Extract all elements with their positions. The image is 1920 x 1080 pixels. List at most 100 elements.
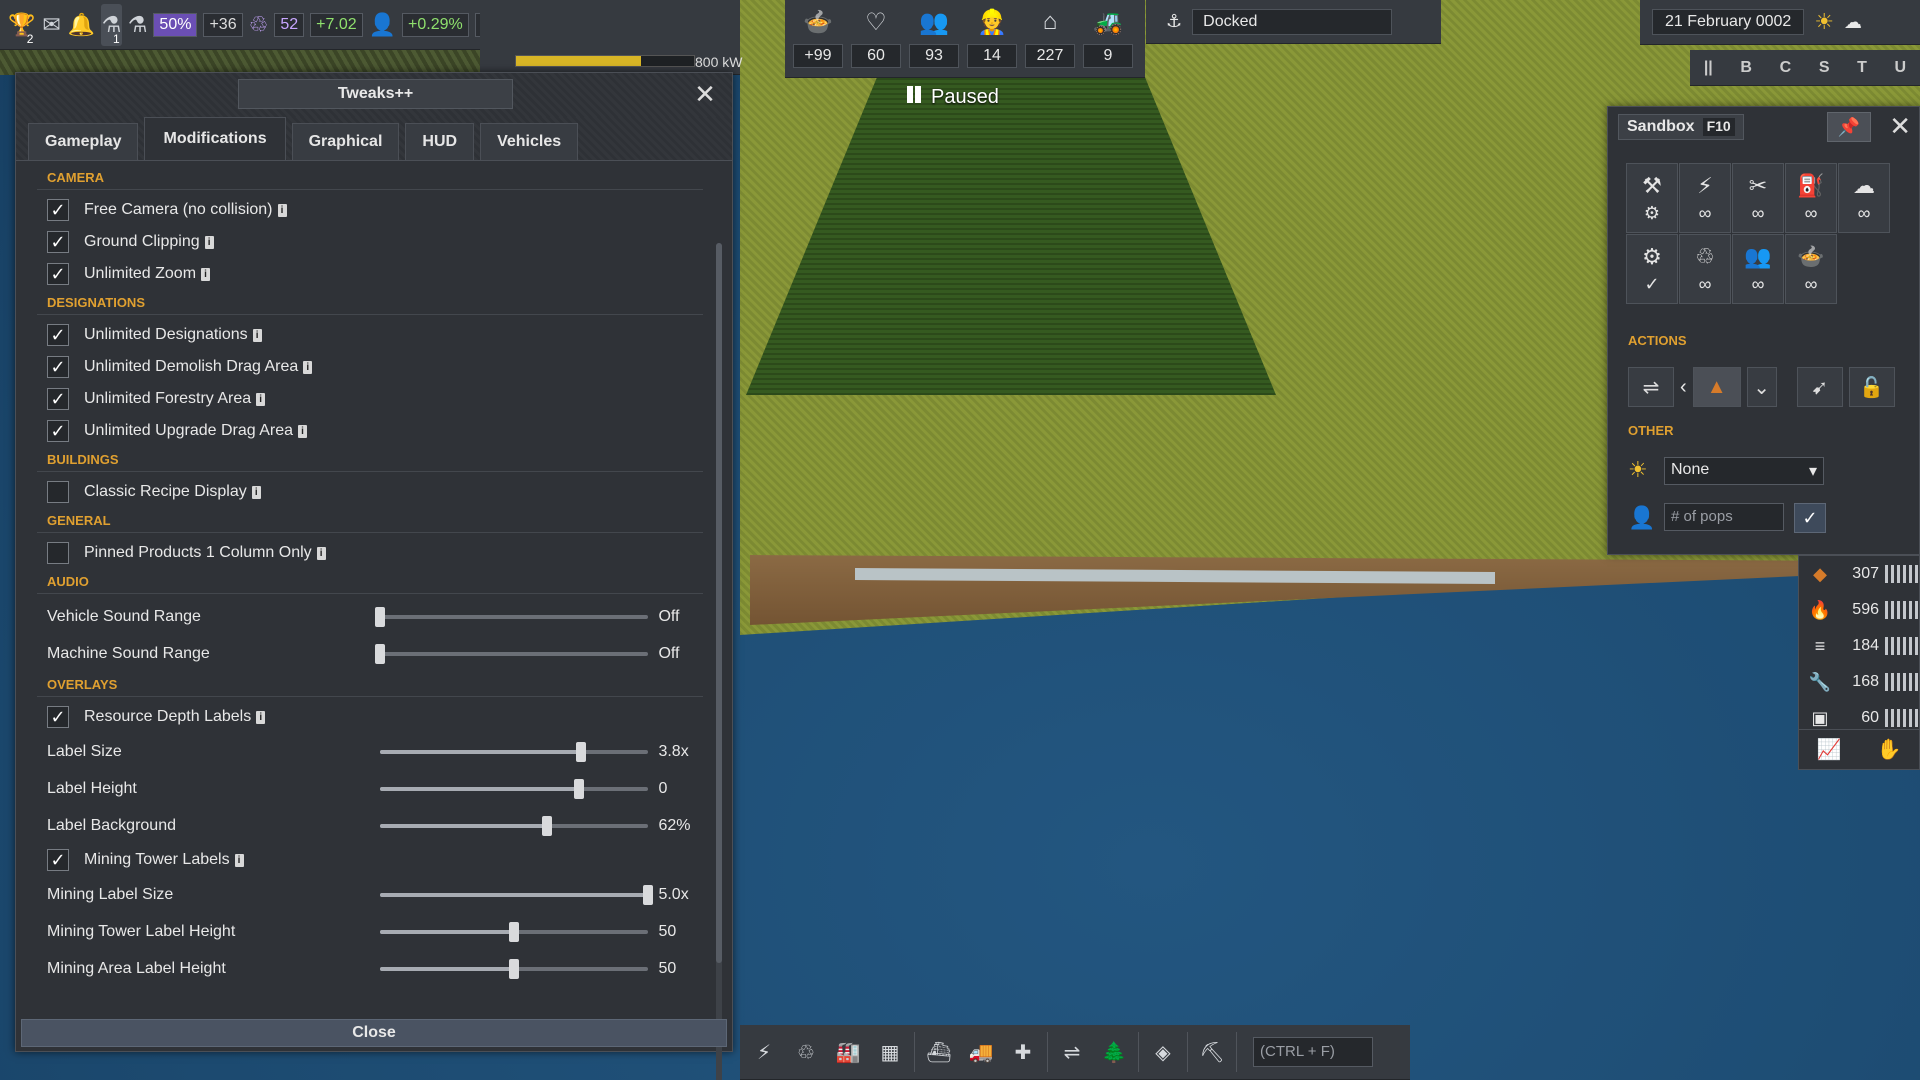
- info-icon[interactable]: i: [316, 546, 326, 560]
- settings-list[interactable]: CAMERA ✓ Free Camera (no collision) i ✓ Gro…: [21, 165, 721, 1010]
- pinned-products-checkbox[interactable]: [47, 542, 69, 564]
- sandbox-fuel-button[interactable]: ⛽ ∞: [1785, 163, 1837, 233]
- info-icon[interactable]: i: [303, 360, 313, 374]
- power-build-icon[interactable]: ⚡: [746, 1032, 782, 1072]
- close-icon[interactable]: ✕: [1889, 111, 1911, 142]
- info-icon[interactable]: i: [234, 853, 244, 867]
- classic-recipe-checkbox[interactable]: [47, 481, 69, 503]
- unlimited-upgrade-checkbox[interactable]: ✓: [47, 420, 69, 442]
- resource-depth-checkbox[interactable]: ✓: [47, 706, 69, 728]
- option-free-camera[interactable]: ✓ Free Camera (no collision) i: [37, 194, 703, 226]
- option-classic-recipe[interactable]: Classic Recipe Display i: [37, 476, 703, 508]
- sandbox-workers-button[interactable]: 👥 ∞: [1732, 234, 1784, 304]
- option-unlimited-designations[interactable]: ✓ Unlimited Designations i: [37, 319, 703, 351]
- tab-modifications[interactable]: Modifications: [144, 117, 286, 160]
- option-unlimited-zoom[interactable]: ✓ Unlimited Zoom i: [37, 258, 703, 290]
- tab-hud[interactable]: HUD: [405, 123, 475, 160]
- sandbox-weather-button[interactable]: ☁ ∞: [1838, 163, 1890, 233]
- layers-icon[interactable]: ◈: [1145, 1032, 1181, 1072]
- stat-housing[interactable]: ⌂ 227: [1023, 4, 1077, 73]
- rocket-icon[interactable]: ➹: [1796, 367, 1843, 407]
- label-size-slider[interactable]: [380, 741, 649, 762]
- sandbox-research-button[interactable]: ⚙ ✓: [1626, 234, 1678, 304]
- option-resource-depth[interactable]: ✓ Resource Depth Labels i: [37, 701, 703, 733]
- tab-gameplay[interactable]: Gameplay: [28, 123, 139, 160]
- terrain-icon[interactable]: ⇌: [1054, 1032, 1090, 1072]
- mining-tower-height-slider[interactable]: [380, 921, 649, 942]
- mining-tower-labels-checkbox[interactable]: ✓: [47, 849, 69, 871]
- search-input[interactable]: (CTRL + F): [1253, 1037, 1373, 1067]
- hotkey-u-button[interactable]: U: [1895, 59, 1907, 77]
- add-icon[interactable]: ✚: [1005, 1032, 1041, 1072]
- unlock-icon[interactable]: 🔓: [1848, 367, 1895, 407]
- trophy-icon[interactable]: 🏆 2: [8, 4, 35, 46]
- transport-icon[interactable]: ⛴: [921, 1032, 957, 1072]
- terrain-flatten-button[interactable]: ⇌: [1628, 367, 1674, 407]
- weather-icon[interactable]: ☁: [1844, 12, 1862, 33]
- info-icon[interactable]: i: [252, 328, 262, 342]
- bell-icon[interactable]: 🔔: [68, 4, 95, 46]
- ground-clipping-checkbox[interactable]: ✓: [47, 231, 69, 253]
- hotkey-s-button[interactable]: S: [1819, 59, 1830, 77]
- mining-label-size-slider[interactable]: [380, 884, 654, 905]
- scroll-thumb[interactable]: [716, 243, 722, 963]
- vehicle-icon[interactable]: 🚚: [963, 1032, 999, 1072]
- sandbox-power-button[interactable]: ⚡ ∞: [1679, 163, 1731, 233]
- close-icon[interactable]: ✕: [688, 77, 722, 111]
- hotkey-b-button[interactable]: B: [1740, 59, 1752, 77]
- settings-scrollbar[interactable]: [716, 243, 722, 1080]
- stat-vehicles[interactable]: 🚜 9: [1081, 4, 1135, 73]
- resource-row[interactable]: ◆ 307: [1799, 556, 1919, 592]
- info-icon[interactable]: i: [256, 710, 266, 724]
- vehicle-sound-slider[interactable]: [375, 606, 649, 627]
- stat-workers[interactable]: 👷 14: [965, 4, 1019, 73]
- research-icon[interactable]: ⚗ 1: [101, 3, 122, 46]
- label-height-slider[interactable]: [380, 778, 649, 799]
- option-unlimited-demolish[interactable]: ✓ Unlimited Demolish Drag Area i: [37, 351, 703, 383]
- option-unlimited-upgrade[interactable]: ✓ Unlimited Upgrade Drag Area i: [37, 415, 703, 447]
- machine-sound-slider[interactable]: [375, 643, 649, 664]
- excavator-icon[interactable]: ⛏: [1194, 1032, 1230, 1072]
- close-button[interactable]: Close: [21, 1019, 727, 1047]
- unlimited-zoom-checkbox[interactable]: ✓: [47, 263, 69, 285]
- info-icon[interactable]: i: [204, 235, 214, 249]
- option-mining-tower-labels[interactable]: ✓ Mining Tower Labels i: [37, 844, 703, 876]
- option-ground-clipping[interactable]: ✓ Ground Clipping i: [37, 226, 703, 258]
- tab-graphical[interactable]: Graphical: [291, 123, 400, 160]
- unlimited-designations-checkbox[interactable]: ✓: [47, 324, 69, 346]
- option-unlimited-forestry[interactable]: ✓ Unlimited Forestry Area i: [37, 383, 703, 415]
- crop-select-button[interactable]: ▲: [1692, 367, 1741, 407]
- unlimited-forestry-checkbox[interactable]: ✓: [47, 388, 69, 410]
- info-icon[interactable]: i: [201, 267, 211, 281]
- stat-population[interactable]: 👥 93: [907, 4, 961, 73]
- label-background-slider[interactable]: [380, 815, 649, 836]
- sandbox-maintenance-button[interactable]: ✂ ∞: [1732, 163, 1784, 233]
- factory-build-icon[interactable]: 🏭: [830, 1032, 866, 1072]
- sandbox-food-button[interactable]: 🍲 ∞: [1785, 234, 1837, 304]
- option-pinned-products[interactable]: Pinned Products 1 Column Only i: [37, 537, 703, 569]
- resource-row[interactable]: ≡ 184: [1799, 628, 1919, 664]
- tap-icon[interactable]: ✋: [1877, 737, 1902, 762]
- sandbox-build-button[interactable]: ⚒ ⚙: [1626, 163, 1678, 233]
- mail-icon[interactable]: ✉: [41, 4, 61, 46]
- stat-health[interactable]: ♡ 60: [849, 4, 903, 73]
- pops-input[interactable]: # of pops: [1664, 503, 1784, 531]
- tab-vehicles[interactable]: Vehicles: [480, 123, 579, 160]
- info-icon[interactable]: i: [256, 392, 266, 406]
- buildings-icon[interactable]: ▦: [872, 1032, 908, 1072]
- info-icon[interactable]: i: [251, 485, 261, 499]
- resource-row[interactable]: 🔥 596: [1799, 592, 1919, 628]
- resource-row[interactable]: 🔧 168: [1799, 664, 1919, 700]
- chevron-left-icon[interactable]: ‹: [1680, 376, 1687, 399]
- unlimited-demolish-checkbox[interactable]: ✓: [47, 356, 69, 378]
- hotkey-c-button[interactable]: C: [1780, 59, 1792, 77]
- trees-icon[interactable]: 🌲: [1096, 1032, 1132, 1072]
- recycle-build-icon[interactable]: ♲: [788, 1032, 824, 1072]
- chart-icon[interactable]: 📈: [1817, 737, 1842, 762]
- free-camera-checkbox[interactable]: ✓: [47, 199, 69, 221]
- sandbox-unity-button[interactable]: ♲ ∞: [1679, 234, 1731, 304]
- info-icon[interactable]: i: [277, 203, 287, 217]
- weather-dropdown[interactable]: None ▾: [1664, 457, 1824, 485]
- chevron-down-icon[interactable]: ⌄: [1746, 367, 1777, 407]
- pin-icon[interactable]: 📌: [1827, 112, 1871, 142]
